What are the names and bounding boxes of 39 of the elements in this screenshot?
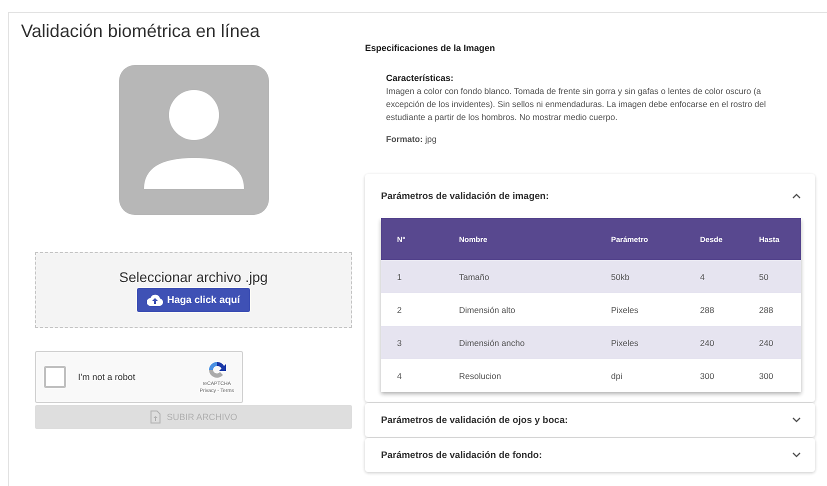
table-cell: 288 [700,293,759,326]
table-cell: Dimensión alto [459,293,611,326]
table-cell: Dimensión ancho [459,326,611,359]
accordion-header[interactable]: Parámetros de validación de fondo: [365,438,815,472]
table-cell: dpi [611,359,700,392]
table-cell: 300 [700,359,759,392]
captcha-checkbox[interactable] [44,366,66,388]
avatar-icon [119,65,269,215]
table-cell: 240 [700,326,759,359]
captcha-label: I'm not a robot [78,372,136,382]
page-title: Validación biométrica en línea [21,21,261,42]
table-cell: 4 [700,260,759,293]
accordion-header[interactable]: Parámetros de validación de ojos y boca: [365,403,815,437]
table-cell: 50kb [611,260,700,293]
table-cell: 4 [381,359,459,392]
format-text: Formato: jpg [386,134,438,144]
chevron-down-icon [792,417,801,423]
chevron-up-icon [792,193,801,199]
file-upload-icon [150,410,161,424]
table-cell: 1 [381,260,459,293]
table-cell: Tamaño [459,260,611,293]
cloud-upload-icon [147,294,164,306]
table-cell: 3 [381,326,459,359]
table-cell: 2 [381,293,459,326]
features-text: Imagen a color con fondo blanco. Tomada de frente sin gorra y sin gafas o lentes de color oscuro (a excepción de los invidentes). Sin sellos ni enmendaduras. La imagen debe enfocarse en el rostro del estudiante a partir de los hombros. No mostrar medio cuerpo. [386,85,767,124]
table-cell: Pixeles [611,293,700,326]
features-label: Características: [386,73,455,83]
table-cell: 240 [759,326,801,359]
upload-button[interactable]: Haga click aquí [137,288,250,312]
file-dropzone[interactable]: Seleccionar archivo .jpg Haga click aquí [35,252,352,328]
specs-heading: Especificaciones de la Imagen [365,43,496,53]
table-cell: Pixeles [611,326,700,359]
table-cell: 300 [759,359,801,392]
accordion-header[interactable]: Parámetros de validación de imagen: [365,174,815,218]
table-cell: Resolucion [459,359,611,392]
chevron-down-icon [792,452,801,458]
dropzone-label: Seleccionar archivo .jpg [119,269,268,285]
table-cell: 50 [759,260,801,293]
table-cell: 288 [759,293,801,326]
